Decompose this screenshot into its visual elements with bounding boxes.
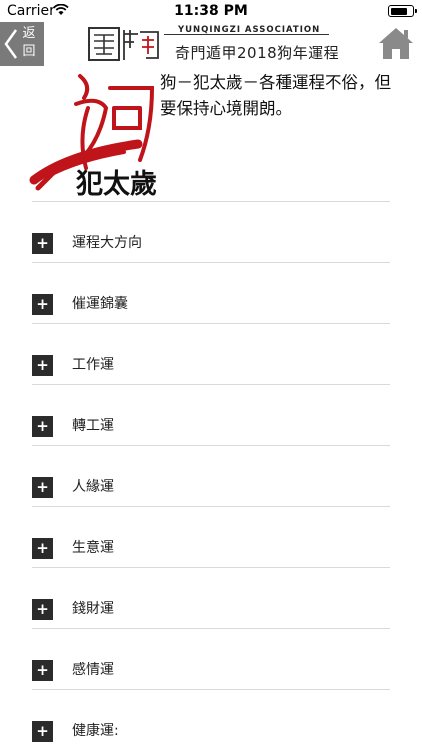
menu-item-luck-tips[interactable]: + 催運錦囊 (32, 262, 390, 323)
menu-item-business[interactable]: + 生意運 (32, 506, 390, 567)
menu-item-work[interactable]: + 工作運 (32, 323, 390, 384)
menu-item-label: 運程大方向 (72, 235, 142, 251)
plus-icon[interactable]: + (32, 294, 53, 315)
plus-icon[interactable]: + (32, 233, 53, 254)
menu-item-love[interactable]: + 感情運 (32, 628, 390, 689)
plus-icon[interactable]: + (32, 721, 53, 742)
menu-item-label: 錢財運 (72, 601, 114, 617)
menu-item-job-change[interactable]: + 轉工運 (32, 384, 390, 445)
chevron-left-icon (4, 29, 18, 59)
status-bar: Carrier 11:38 PM (0, 0, 422, 22)
menu-item-label: 感情運 (72, 662, 114, 678)
plus-icon[interactable]: + (32, 416, 53, 437)
back-button[interactable]: 返回 (0, 22, 44, 66)
menu-item-label: 健康運: (72, 723, 119, 739)
clock: 11:38 PM (174, 3, 248, 19)
home-button[interactable] (378, 26, 414, 60)
battery-icon (388, 5, 417, 17)
plus-icon[interactable]: + (32, 538, 53, 559)
home-icon (379, 28, 413, 59)
plus-icon[interactable]: + (32, 660, 53, 681)
page-subtitle: 奇門遁甲2018狗年運程 (175, 44, 340, 62)
hero-caption: 犯太歲 (76, 169, 157, 200)
menu-item-label: 生意運 (72, 540, 114, 556)
menu-item-overall[interactable]: + 運程大方向 (32, 201, 390, 262)
plus-icon[interactable]: + (32, 355, 53, 376)
plus-icon[interactable]: + (32, 477, 53, 498)
fortune-menu: + 運程大方向 + 催運錦囊 + 工作運 + 轉工運 + 人緣運 + 生意運 +… (32, 201, 390, 750)
nav-bar: 返回 YUNQINGZI ASSOCIATION 奇門遁甲2018狗年運程 (0, 22, 422, 66)
back-label: 返回 (22, 26, 36, 59)
menu-item-label: 工作運 (72, 357, 114, 373)
association-logo (88, 27, 159, 61)
menu-item-relationships[interactable]: + 人緣運 (32, 445, 390, 506)
association-name: YUNQINGZI ASSOCIATION (178, 25, 321, 35)
fortune-summary: 狗－犯太歲－各種運程不俗，但要保持心境開朗。 (160, 73, 391, 118)
menu-item-label: 轉工運 (72, 418, 114, 434)
menu-item-label: 催運錦囊 (72, 296, 128, 312)
menu-item-label: 人緣運 (72, 479, 114, 495)
menu-item-wealth[interactable]: + 錢財運 (32, 567, 390, 628)
plus-icon[interactable]: + (32, 599, 53, 620)
menu-item-health[interactable]: + 健康運: (32, 689, 390, 750)
